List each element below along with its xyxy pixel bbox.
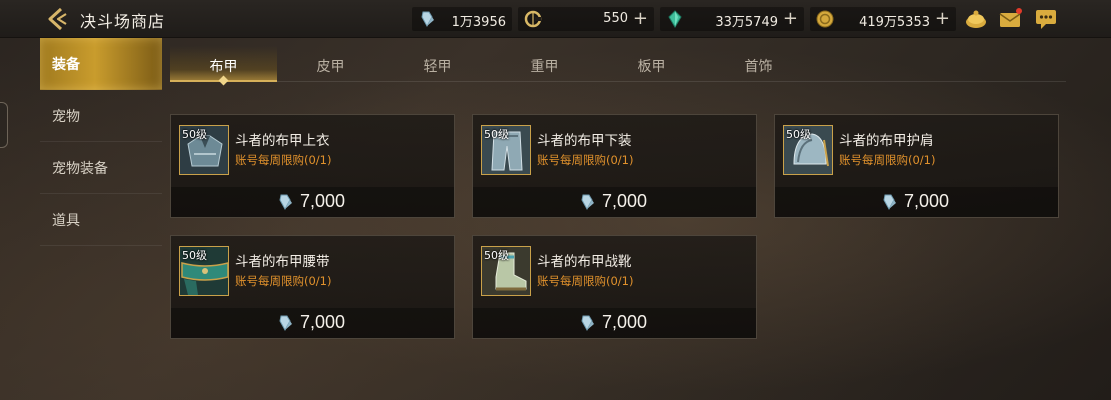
level-badge: 50级	[786, 128, 811, 141]
price-bar: 7,000	[171, 187, 454, 217]
tab-heavy[interactable]: 重甲	[491, 46, 598, 82]
tab-leather[interactable]: 皮甲	[277, 46, 384, 82]
level-badge: 50级	[182, 128, 207, 141]
add-gem-button[interactable]: +	[783, 8, 798, 29]
tab-label: 重甲	[530, 59, 559, 75]
crystal-icon	[581, 194, 594, 211]
side-drawer-handle[interactable]	[0, 102, 8, 148]
tab-label: 轻甲	[423, 59, 452, 75]
item-price: 7,000	[602, 191, 648, 211]
level-badge: 50级	[484, 128, 509, 141]
sidebar-item-equipment[interactable]: 装备	[40, 38, 162, 90]
coin-c-icon	[524, 10, 542, 28]
tab-label: 布甲	[209, 59, 238, 75]
item-price: 7,000	[300, 191, 346, 211]
shop-item-card[interactable]: 50级 斗者的布甲腰带 账号每周限购(0/1) 7,000	[170, 235, 455, 339]
price-bar: 7,000	[473, 187, 756, 217]
shop-item-card[interactable]: 50级 斗者的布甲上衣 账号每周限购(0/1) 7,000	[170, 114, 455, 218]
shop-item-card[interactable]: 50级 斗者的布甲护肩 账号每周限购(0/1) 7,000	[774, 114, 1059, 218]
currency-crystal-value: 1万3956	[451, 15, 506, 30]
sidebar-item-label: 道具	[52, 213, 80, 229]
tab-label: 首饰	[744, 59, 773, 75]
sidebar-item-label: 宠物装备	[52, 161, 108, 177]
item-name: 斗者的布甲战靴	[537, 254, 632, 270]
currency-gem-value: 33万5749	[715, 15, 778, 30]
currency-coin: 550 +	[518, 7, 654, 31]
currency-crystal: 1万3956	[412, 7, 512, 31]
chat-icon[interactable]	[1034, 7, 1058, 31]
add-coin-button[interactable]: +	[633, 8, 648, 29]
active-indicator-icon	[218, 75, 229, 86]
purchase-limit: 账号每周限购(0/1)	[537, 153, 634, 167]
top-bar: 决斗场商店 1万3956 550 + 33万5749 + 419万5353 +	[0, 0, 1111, 38]
sidebar-item-label: 宠物	[52, 109, 80, 125]
item-thumbnail: 50级	[179, 246, 229, 296]
category-sidebar: 装备 宠物 宠物装备 道具	[40, 38, 162, 246]
shop-item-card[interactable]: 50级 斗者的布甲战靴 账号每周限购(0/1) 7,000	[472, 235, 757, 339]
sidebar-item-pets[interactable]: 宠物	[40, 90, 162, 142]
currency-gold-value: 419万5353	[859, 15, 930, 30]
tab-light[interactable]: 轻甲	[384, 46, 491, 82]
crystal-icon	[279, 315, 292, 332]
tab-label: 皮甲	[316, 59, 345, 75]
item-thumbnail: 50级	[783, 125, 833, 175]
purchase-limit: 账号每周限购(0/1)	[839, 153, 936, 167]
currency-gem: 33万5749 +	[660, 7, 804, 31]
sidebar-item-items[interactable]: 道具	[40, 194, 162, 246]
tab-accessories[interactable]: 首饰	[705, 46, 812, 82]
item-thumbnail: 50级	[481, 246, 531, 296]
page-title: 决斗场商店	[80, 12, 166, 31]
shop-bell-icon[interactable]	[964, 7, 988, 31]
item-name: 斗者的布甲腰带	[235, 254, 330, 270]
item-price: 7,000	[300, 312, 346, 332]
purchase-limit: 账号每周限购(0/1)	[235, 274, 332, 288]
item-name: 斗者的布甲上衣	[235, 133, 330, 149]
armor-type-tabs: 布甲 皮甲 轻甲 重甲 板甲 首饰	[170, 46, 1066, 86]
tab-cloth[interactable]: 布甲	[170, 46, 277, 86]
crystal-icon	[279, 194, 292, 211]
item-thumbnail: 50级	[481, 125, 531, 175]
add-gold-button[interactable]: +	[935, 8, 950, 29]
item-thumbnail: 50级	[179, 125, 229, 175]
item-price: 7,000	[602, 312, 648, 332]
purchase-limit: 账号每周限购(0/1)	[235, 153, 332, 167]
purchase-limit: 账号每周限购(0/1)	[537, 274, 634, 288]
tab-label: 板甲	[637, 59, 666, 75]
crystal-icon	[581, 315, 594, 332]
sidebar-item-label: 装备	[52, 57, 80, 73]
price-bar: 7,000	[171, 308, 454, 338]
shop-item-card[interactable]: 50级 斗者的布甲下装 账号每周限购(0/1) 7,000	[472, 114, 757, 218]
level-badge: 50级	[182, 249, 207, 262]
price-bar: 7,000	[473, 308, 756, 338]
item-name: 斗者的布甲下装	[537, 133, 632, 149]
crystal-icon	[421, 11, 434, 28]
sidebar-item-pet-equipment[interactable]: 宠物装备	[40, 142, 162, 194]
crystal-icon	[883, 194, 896, 211]
back-arrow-icon[interactable]	[44, 6, 70, 32]
item-name: 斗者的布甲护肩	[839, 133, 934, 149]
gold-icon	[816, 10, 834, 28]
currency-gold: 419万5353 +	[810, 7, 956, 31]
currency-coin-value: 550	[603, 11, 628, 26]
item-price: 7,000	[904, 191, 950, 211]
mail-icon[interactable]	[998, 7, 1022, 31]
level-badge: 50级	[484, 249, 509, 262]
price-bar: 7,000	[775, 187, 1058, 217]
gem-icon	[668, 10, 682, 28]
tab-plate[interactable]: 板甲	[598, 46, 705, 82]
